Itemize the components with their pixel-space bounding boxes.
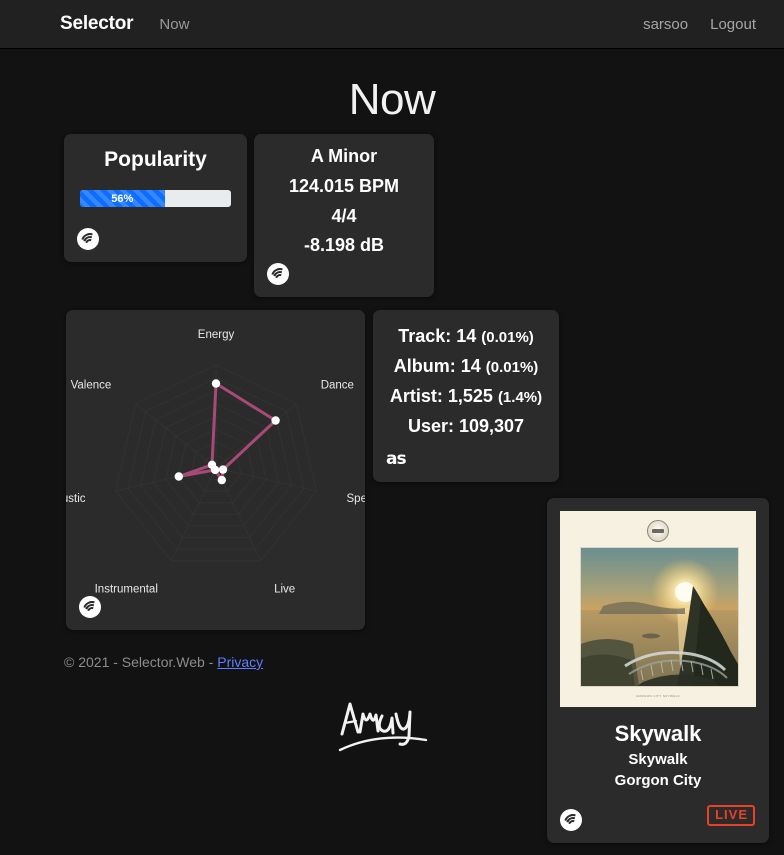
nav-item-now[interactable]: Now <box>159 16 189 33</box>
count-row: User: 109,307 <box>383 416 549 437</box>
popularity-heading: Popularity <box>104 148 207 171</box>
count-row: Album: 14 (0.01%) <box>383 356 549 377</box>
radar-axis-label: Dance <box>321 380 354 392</box>
nav-logout[interactable]: Logout <box>710 16 756 33</box>
track-tempo: 124.015 BPM <box>288 175 400 196</box>
count-percent: (0.01%) <box>485 359 539 376</box>
audio-features-radar-card: Energy Dance Speech Live Instrumental Acousti… <box>42 310 386 630</box>
count-label: Track: 14 <box>398 326 477 346</box>
track-title: Skywalk <box>614 721 702 746</box>
signature-andy <box>338 702 428 752</box>
track-loudness: -8.198 dB <box>303 235 385 256</box>
spotify-icon[interactable] <box>77 228 99 250</box>
page-title: Now <box>348 75 436 124</box>
footer: © 2021 - Selector.Web - Privacy <box>64 654 263 670</box>
count-percent: (0.01%) <box>481 329 534 346</box>
popularity-progress-fill: 56% <box>80 190 165 207</box>
scrobble-counts-card: Track: 14 (0.01%) Album: 14 (0.01%) Arti… <box>373 310 559 482</box>
radar-axis-label: Live <box>274 584 295 596</box>
radar-axis-label: Energy <box>198 329 235 341</box>
now-playing-card: GORGON CITY SKYWALK Skywalk Skywalk Gorg… <box>547 498 769 843</box>
track-time-signature: 4/4 <box>331 205 357 226</box>
lastfm-glyph: as <box>386 449 407 469</box>
record-label-logo-icon <box>647 520 669 542</box>
lastfm-icon[interactable]: as <box>386 448 408 470</box>
radar-axis-label: Acoustic <box>66 493 86 505</box>
popularity-progress-bar: 56% <box>80 190 231 207</box>
spotify-icon[interactable] <box>267 263 289 285</box>
footer-copyright: © 2021 - Selector.Web - <box>64 654 214 670</box>
count-label: Album: 14 <box>393 356 481 376</box>
count-row: Track: 14 (0.01%) <box>383 326 549 347</box>
radar-chart: Energy Dance Speech Live Instrumental Acousti… <box>42 329 385 596</box>
navbar: Selector Now sarsoo Logout <box>0 0 784 49</box>
track-key: A Minor <box>310 146 378 166</box>
popularity-card: Popularity 56% <box>64 134 247 262</box>
spotify-icon[interactable] <box>79 596 101 618</box>
album-sleeve: GORGON CITY SKYWALK <box>560 511 756 707</box>
count-label: Artist: 1,525 <box>389 386 493 406</box>
artist-name: Gorgon City <box>614 772 702 789</box>
spotify-icon[interactable] <box>560 809 582 831</box>
navbar-right: sarsoo Logout <box>643 16 756 33</box>
radar-axis-label: Valence <box>71 380 112 392</box>
radar-axis-label: Instrumental <box>95 584 158 596</box>
album-art[interactable] <box>580 547 739 687</box>
privacy-link[interactable]: Privacy <box>217 654 263 670</box>
count-label: User: 109,307 <box>407 416 525 436</box>
live-status-badge: LIVE <box>707 804 755 826</box>
count-row: Artist: 1,525 (1.4%) <box>383 386 549 407</box>
radar-axis-label: Speech <box>347 493 366 505</box>
sleeve-caption: GORGON CITY SKYWALK <box>635 694 681 698</box>
brand-logo[interactable]: Selector <box>60 13 134 35</box>
count-percent: (1.4%) <box>497 389 543 406</box>
nav-username[interactable]: sarsoo <box>643 16 688 33</box>
audio-features-card: A Minor 124.015 BPM 4/4 -8.198 dB <box>254 134 434 297</box>
album-title: Skywalk <box>628 751 688 768</box>
